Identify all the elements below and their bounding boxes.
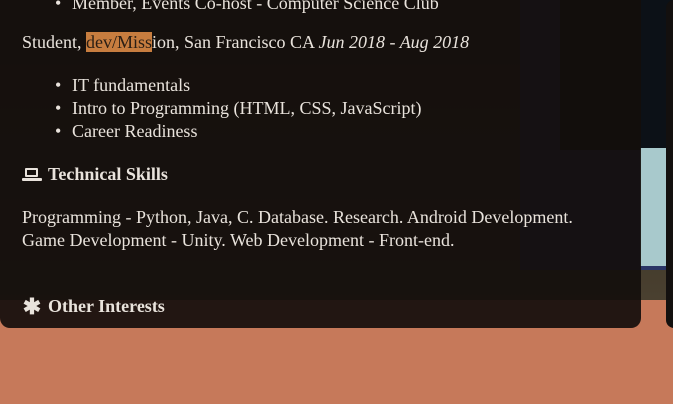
list-item: Intro to Programming (HTML, CSS, JavaScr… xyxy=(55,97,422,120)
technical-skills-heading: Technical Skills xyxy=(22,163,168,186)
job-prefix: Student, xyxy=(22,32,87,52)
job-title-line: Student, dev/Mission, San Francisco CA J… xyxy=(22,31,469,54)
club-role-bullet: Member, Events Co-host - Computer Scienc… xyxy=(55,0,439,15)
course-list: IT fundamentals Intro to Programming (HT… xyxy=(22,74,422,143)
resume-card: Member, Events Co-host - Computer Scienc… xyxy=(0,0,641,328)
adjacent-panel-edge xyxy=(666,0,673,328)
other-interests-heading: ✱ Other Interests xyxy=(22,295,165,318)
technical-skills-text: Programming - Python, Java, C. Database.… xyxy=(22,207,573,250)
job-dates: Jun 2018 - Aug 2018 xyxy=(318,32,470,52)
job-location: ion, San Francisco CA xyxy=(152,32,319,52)
list-item: Career Readiness xyxy=(55,120,421,143)
asterisk-icon: ✱ xyxy=(22,294,42,319)
text-selection-highlight[interactable]: dev/Miss xyxy=(86,32,153,52)
technical-skills-title: Technical Skills xyxy=(48,164,168,184)
laptop-icon xyxy=(22,167,42,183)
other-interests-title: Other Interests xyxy=(48,296,165,316)
list-item: IT fundamentals xyxy=(55,74,421,97)
